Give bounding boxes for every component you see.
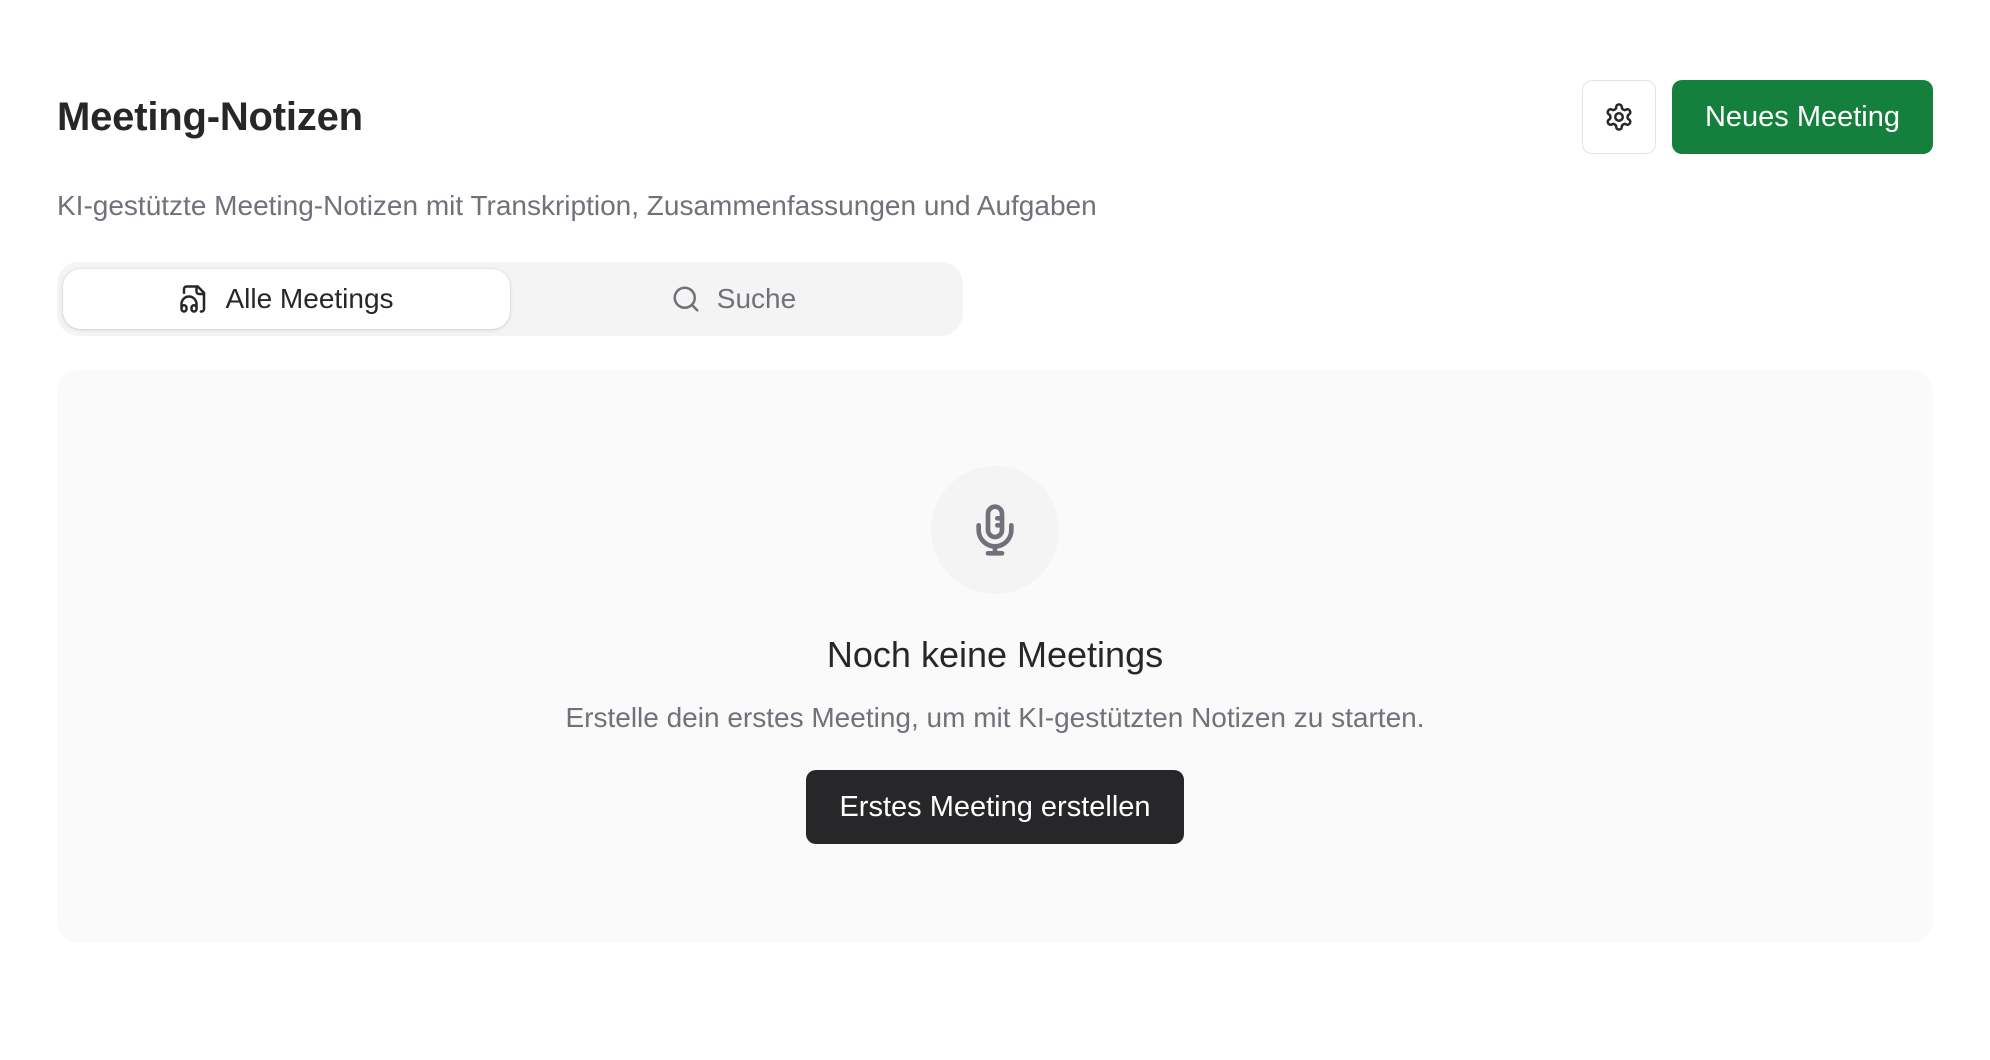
new-meeting-button[interactable]: Neues Meeting	[1671, 80, 1933, 154]
page-title: Meeting-Notizen	[57, 94, 363, 139]
search-icon	[671, 284, 701, 314]
page: Meeting-Notizen Neues Meeting KI-gestütz…	[0, 0, 1990, 1060]
page-subtitle: KI-gestützte Meeting-Notizen mit Transkr…	[57, 190, 1097, 221]
create-first-meeting-button[interactable]: Erstes Meeting erstellen	[806, 770, 1184, 844]
header-actions: Neues Meeting	[1581, 80, 1933, 154]
empty-state-icon-circle	[931, 466, 1059, 594]
tab-search-label: Suche	[716, 283, 797, 314]
empty-state-panel: Noch keine Meetings Erstelle dein erstes…	[57, 370, 1933, 943]
tab-all-meetings-label: Alle Meetings	[225, 283, 394, 314]
empty-state-text: Erstelle dein erstes Meeting, um mit KI-…	[565, 702, 1425, 733]
tab-list: Alle Meetings Suche	[57, 262, 963, 336]
microphone-icon	[967, 502, 1023, 558]
gear-icon	[1604, 102, 1634, 132]
empty-state-title: Noch keine Meetings	[826, 634, 1164, 675]
tab-all-meetings[interactable]: Alle Meetings	[63, 269, 510, 329]
file-audio-icon	[179, 284, 209, 314]
settings-button[interactable]	[1581, 80, 1656, 154]
page-header: Meeting-Notizen Neues Meeting	[57, 80, 1933, 154]
tab-search[interactable]: Suche	[510, 269, 957, 329]
